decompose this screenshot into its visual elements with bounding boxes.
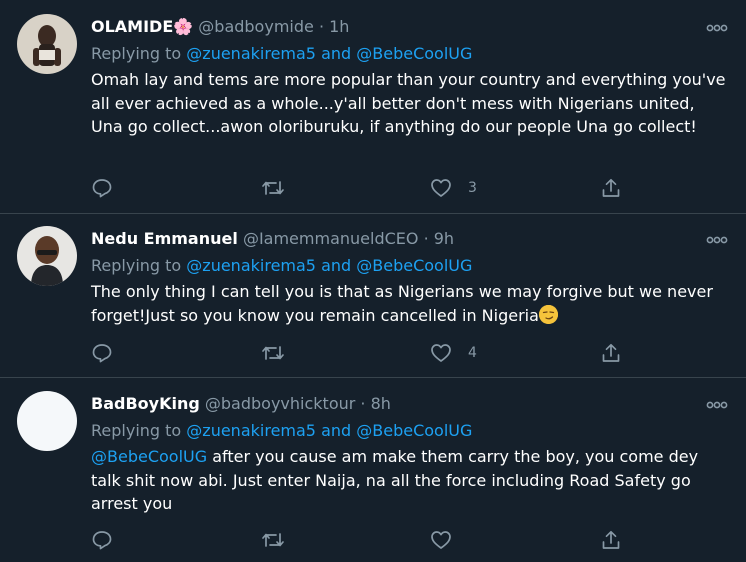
display-name[interactable]: BadBoyKing <box>91 394 200 413</box>
tweet-header: OLAMIDE🌸 @badboymide · 1h <box>91 16 349 38</box>
reply-button[interactable] <box>91 529 113 551</box>
smirk-emoji <box>538 304 558 324</box>
handle[interactable]: @IamemmanueldCEO <box>243 229 419 248</box>
reply-button[interactable] <box>91 177 113 199</box>
handle[interactable]: @badboyvhicktour <box>205 394 355 413</box>
like-button[interactable] <box>430 529 468 551</box>
like-icon <box>431 179 451 197</box>
like-count: 3 <box>468 180 477 196</box>
share-button[interactable] <box>600 529 622 551</box>
mention-link[interactable]: @BebeCoolUG <box>356 256 472 275</box>
timestamp[interactable]: · 9h <box>424 229 455 248</box>
retweet-button[interactable] <box>261 342 285 364</box>
more-icon[interactable] <box>706 20 728 34</box>
more-icon[interactable] <box>706 232 728 246</box>
mention-link[interactable]: @zuenakirema5 <box>186 256 316 275</box>
tweet-text-container: The only thing I can tell you is that as… <box>91 280 731 327</box>
replying-to: Replying to @zuenakirema5 and @BebeCoolU… <box>91 256 473 275</box>
tweet-header: Nedu Emmanuel @IamemmanueldCEO · 9h <box>91 228 454 250</box>
retweet-button[interactable] <box>261 529 285 551</box>
reply-icon <box>92 179 112 198</box>
tweet-2[interactable]: Nedu Emmanuel @IamemmanueldCEO · 9h Repl… <box>0 214 746 378</box>
avatar[interactable] <box>17 14 77 74</box>
mention-link[interactable]: @BebeCoolUG <box>356 421 472 440</box>
more-icon[interactable] <box>706 397 728 411</box>
tweet-text: Omah lay and tems are more popular than … <box>91 70 726 136</box>
share-button[interactable] <box>600 342 622 364</box>
tweet-3[interactable]: BadBoyKing @badboyvhicktour · 8h Replyin… <box>0 378 746 562</box>
like-button[interactable]: 3 <box>430 177 477 199</box>
retweet-icon <box>262 181 284 195</box>
mention-link[interactable]: @BebeCoolUG <box>91 447 207 466</box>
share-icon <box>602 178 620 197</box>
tweet-actions <box>91 529 651 551</box>
like-icon <box>431 344 451 362</box>
replying-to: Replying to @zuenakirema5 and @BebeCoolU… <box>91 44 473 63</box>
tweet-actions: 3 <box>91 177 651 199</box>
timestamp[interactable]: · 8h <box>360 394 391 413</box>
share-icon <box>602 343 620 362</box>
timestamp[interactable]: · 1h <box>319 17 350 36</box>
replying-to: Replying to @zuenakirema5 and @BebeCoolU… <box>91 421 473 440</box>
tweet-text-container: @BebeCoolUG after you cause am make them… <box>91 445 731 516</box>
handle[interactable]: @badboymide <box>198 17 314 36</box>
like-icon <box>431 531 451 549</box>
share-button[interactable] <box>600 177 622 199</box>
retweet-icon <box>262 346 284 360</box>
mention-link[interactable]: @zuenakirema5 <box>186 421 316 440</box>
retweet-button[interactable] <box>261 177 285 199</box>
tweet-header: BadBoyKing @badboyvhicktour · 8h <box>91 393 391 415</box>
share-icon <box>602 530 620 549</box>
like-button[interactable]: 4 <box>430 342 477 364</box>
mention-link[interactable]: @BebeCoolUG <box>356 44 472 63</box>
tweet-actions: 4 <box>91 342 651 364</box>
tweet-text: The only thing I can tell you is that as… <box>91 282 713 325</box>
display-name[interactable]: OLAMIDE🌸 <box>91 17 193 36</box>
reply-icon <box>92 344 112 363</box>
tweet-1[interactable]: OLAMIDE🌸 @badboymide · 1h Replying to @z… <box>0 0 746 214</box>
display-name[interactable]: Nedu Emmanuel <box>91 229 238 248</box>
avatar[interactable] <box>17 226 77 286</box>
retweet-icon <box>262 533 284 547</box>
reply-button[interactable] <box>91 342 113 364</box>
avatar[interactable] <box>17 391 77 451</box>
reply-icon <box>92 531 112 550</box>
mention-link[interactable]: @zuenakirema5 <box>186 44 316 63</box>
like-count: 4 <box>468 345 477 361</box>
